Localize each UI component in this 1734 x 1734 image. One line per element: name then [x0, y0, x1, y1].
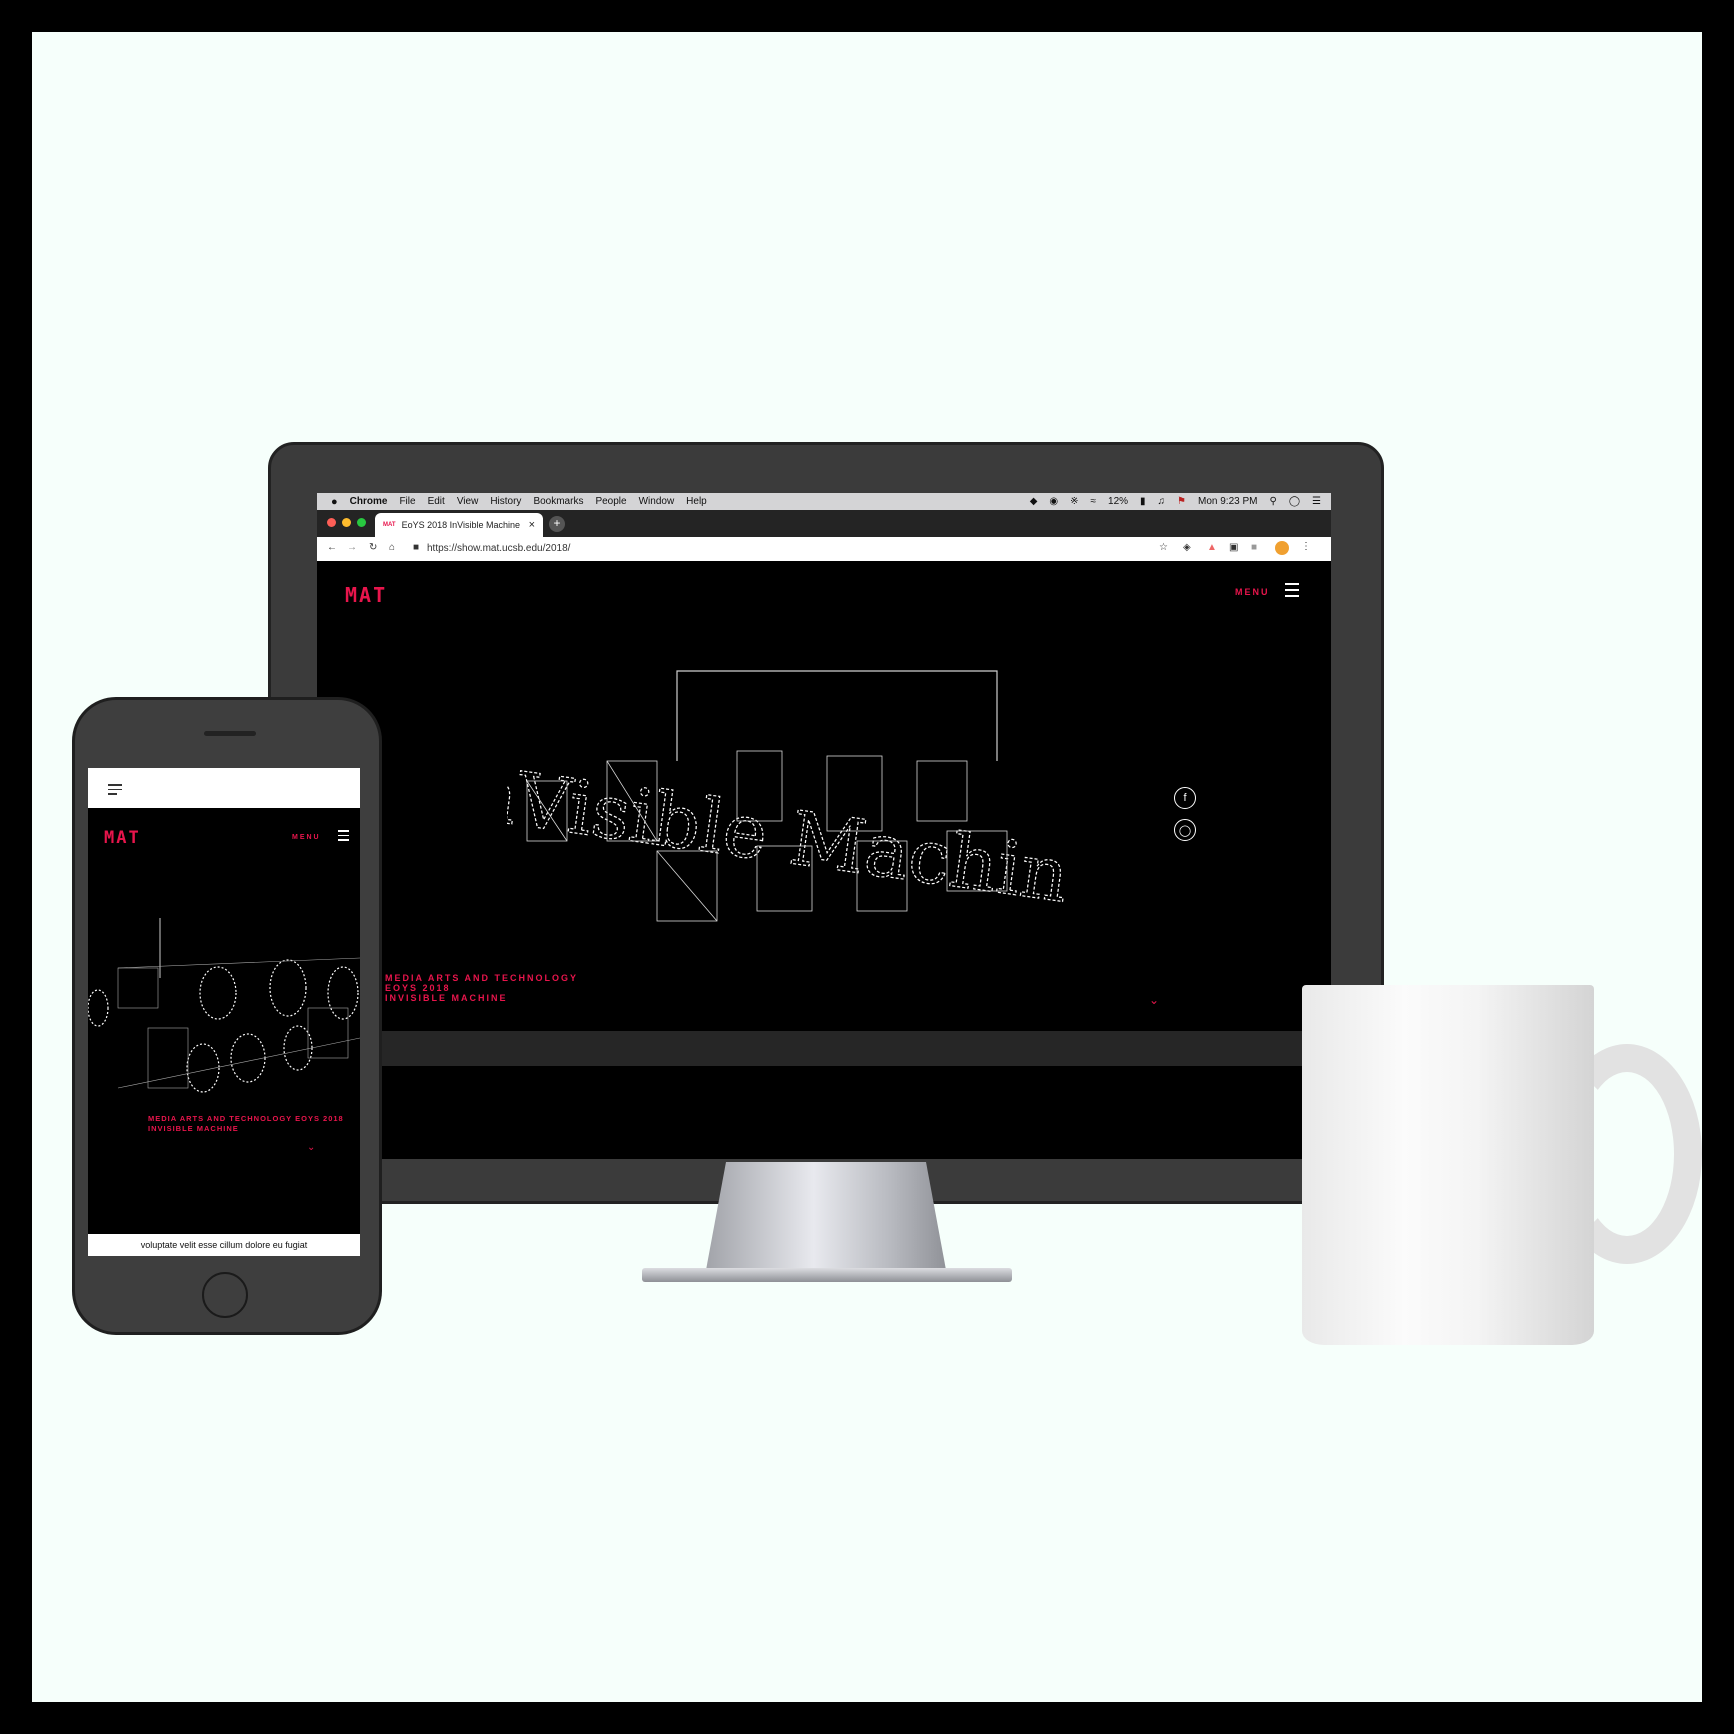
forward-icon[interactable]: →	[347, 542, 357, 553]
macos-menu-bar: ● Chrome File Edit View History Bookmark…	[317, 493, 1331, 510]
battery-icon[interactable]: ▮	[1140, 496, 1146, 507]
menu-history[interactable]: History	[490, 496, 521, 507]
home-icon[interactable]: ⌂	[389, 542, 395, 553]
monitor-stand-foot	[642, 1268, 1012, 1282]
scroll-down-chevron-icon[interactable]: ⌄	[1149, 993, 1159, 1007]
menu-file[interactable]: File	[399, 496, 415, 507]
hamburger-icon[interactable]	[1285, 583, 1299, 597]
new-tab-button[interactable]: +	[549, 516, 565, 532]
apple-icon[interactable]: ●	[331, 496, 338, 508]
profile-avatar[interactable]	[1275, 541, 1289, 555]
phone-nav-hamburger-icon[interactable]	[108, 784, 122, 795]
extension-box-icon[interactable]: ▣	[1229, 542, 1238, 553]
instagram-icon[interactable]: ◯	[1174, 819, 1196, 841]
menu-edit[interactable]: Edit	[428, 496, 445, 507]
browser-tab-strip: MAT EoYS 2018 InVisible Machine × +	[317, 510, 1331, 537]
menu-window[interactable]: Window	[639, 496, 675, 507]
phone-artwork	[88, 918, 360, 1093]
phone-logo[interactable]: MAT	[104, 828, 141, 848]
extension-k-icon[interactable]: ■	[1251, 542, 1257, 553]
clock[interactable]: Mon 9:23 PM	[1198, 496, 1257, 507]
reload-icon[interactable]: ↻	[369, 542, 377, 553]
lock-icon: ■	[413, 542, 420, 553]
menu-chrome[interactable]: Chrome	[350, 496, 388, 507]
bluetooth-icon[interactable]: ※	[1070, 496, 1078, 507]
menu-people[interactable]: People	[595, 496, 626, 507]
phone-home-button[interactable]	[202, 1272, 248, 1318]
battery-percent[interactable]: 12%	[1108, 496, 1128, 507]
monitor-stand-neck	[706, 1162, 946, 1270]
website-viewport: MAT MENU InVisible Machine f ◯ MEDIA ART…	[317, 561, 1331, 1031]
browser-tab[interactable]: MAT EoYS 2018 InVisible Machine ×	[375, 513, 543, 537]
wechat-icon[interactable]: ◉	[1049, 496, 1058, 507]
phone-nav-bar	[88, 768, 360, 808]
phone-footer-bar: voluptate velit esse cillum dolore eu fu…	[88, 1234, 360, 1256]
screen-bottom-band	[317, 1031, 1331, 1066]
tab-close-icon[interactable]: ×	[529, 519, 535, 531]
hero-caption: MEDIA ARTS AND TECHNOLOGY EOYS 2018 INVI…	[385, 973, 578, 1003]
maximize-window-icon[interactable]	[357, 518, 366, 527]
phone-screen: MAT MENU MEDIA ARTS AND TECHNOLOGY EOYS …	[88, 768, 360, 1256]
hero-line-2: EOYS 2018	[385, 983, 451, 993]
extension-icon[interactable]: ◈	[1183, 542, 1191, 553]
notification-icon[interactable]: ☰	[1312, 496, 1321, 507]
tab-favicon: MAT	[383, 522, 396, 528]
siri-icon[interactable]: ◯	[1289, 496, 1300, 507]
hero-line-1: MEDIA ARTS AND TECHNOLOGY	[385, 973, 578, 983]
phone-hamburger-icon[interactable]	[338, 830, 349, 841]
phone-speaker	[204, 731, 256, 736]
browser-menu-icon[interactable]: ⋮	[1301, 541, 1311, 552]
menu-bookmarks[interactable]: Bookmarks	[533, 496, 583, 507]
dropbox-icon[interactable]: ◆	[1030, 496, 1038, 507]
flag-icon[interactable]: ⚑	[1177, 496, 1186, 507]
invisible-machine-artwork: InVisible Machine	[507, 670, 1067, 926]
facebook-icon[interactable]: f	[1174, 787, 1196, 809]
close-window-icon[interactable]	[327, 518, 336, 527]
tab-title: EoYS 2018 InVisible Machine	[401, 520, 520, 530]
coffee-mug	[1302, 985, 1594, 1345]
mockup-scene: ● Chrome File Edit View History Bookmark…	[32, 32, 1702, 1702]
back-icon[interactable]: ←	[327, 542, 337, 553]
address-bar: ← → ↻ ⌂ ■ https://show.mat.ucsb.edu/2018…	[317, 537, 1331, 562]
extension-fox-icon[interactable]: ▲	[1207, 542, 1217, 553]
phone-menu-label[interactable]: MENU	[292, 834, 321, 841]
menu-view[interactable]: View	[457, 496, 479, 507]
url-field[interactable]: https://show.mat.ucsb.edu/2018/	[427, 543, 570, 554]
monitor-screen: ● Chrome File Edit View History Bookmark…	[317, 493, 1331, 1159]
phone-scroll-down-chevron-icon[interactable]: ⌄	[307, 1142, 315, 1153]
minimize-window-icon[interactable]	[342, 518, 351, 527]
spotlight-icon[interactable]: ⚲	[1270, 496, 1277, 507]
bookmark-star-icon[interactable]: ☆	[1159, 542, 1168, 553]
artwork-text: InVisible Machine	[507, 746, 1067, 925]
window-controls	[327, 518, 366, 527]
phone-hero-caption: MEDIA ARTS AND TECHNOLOGY EOYS 2018 INVI…	[148, 1114, 344, 1133]
wifi-icon[interactable]: ≈	[1091, 496, 1097, 507]
site-menu-label[interactable]: MENU	[1235, 587, 1270, 597]
site-logo[interactable]: MAT	[345, 583, 387, 607]
volume-icon[interactable]: ♫	[1158, 496, 1166, 507]
phone-footer-text: voluptate velit esse cillum dolore eu fu…	[140, 1240, 308, 1250]
menu-help[interactable]: Help	[686, 496, 707, 507]
hero-line-3: INVISIBLE MACHINE	[385, 993, 508, 1003]
